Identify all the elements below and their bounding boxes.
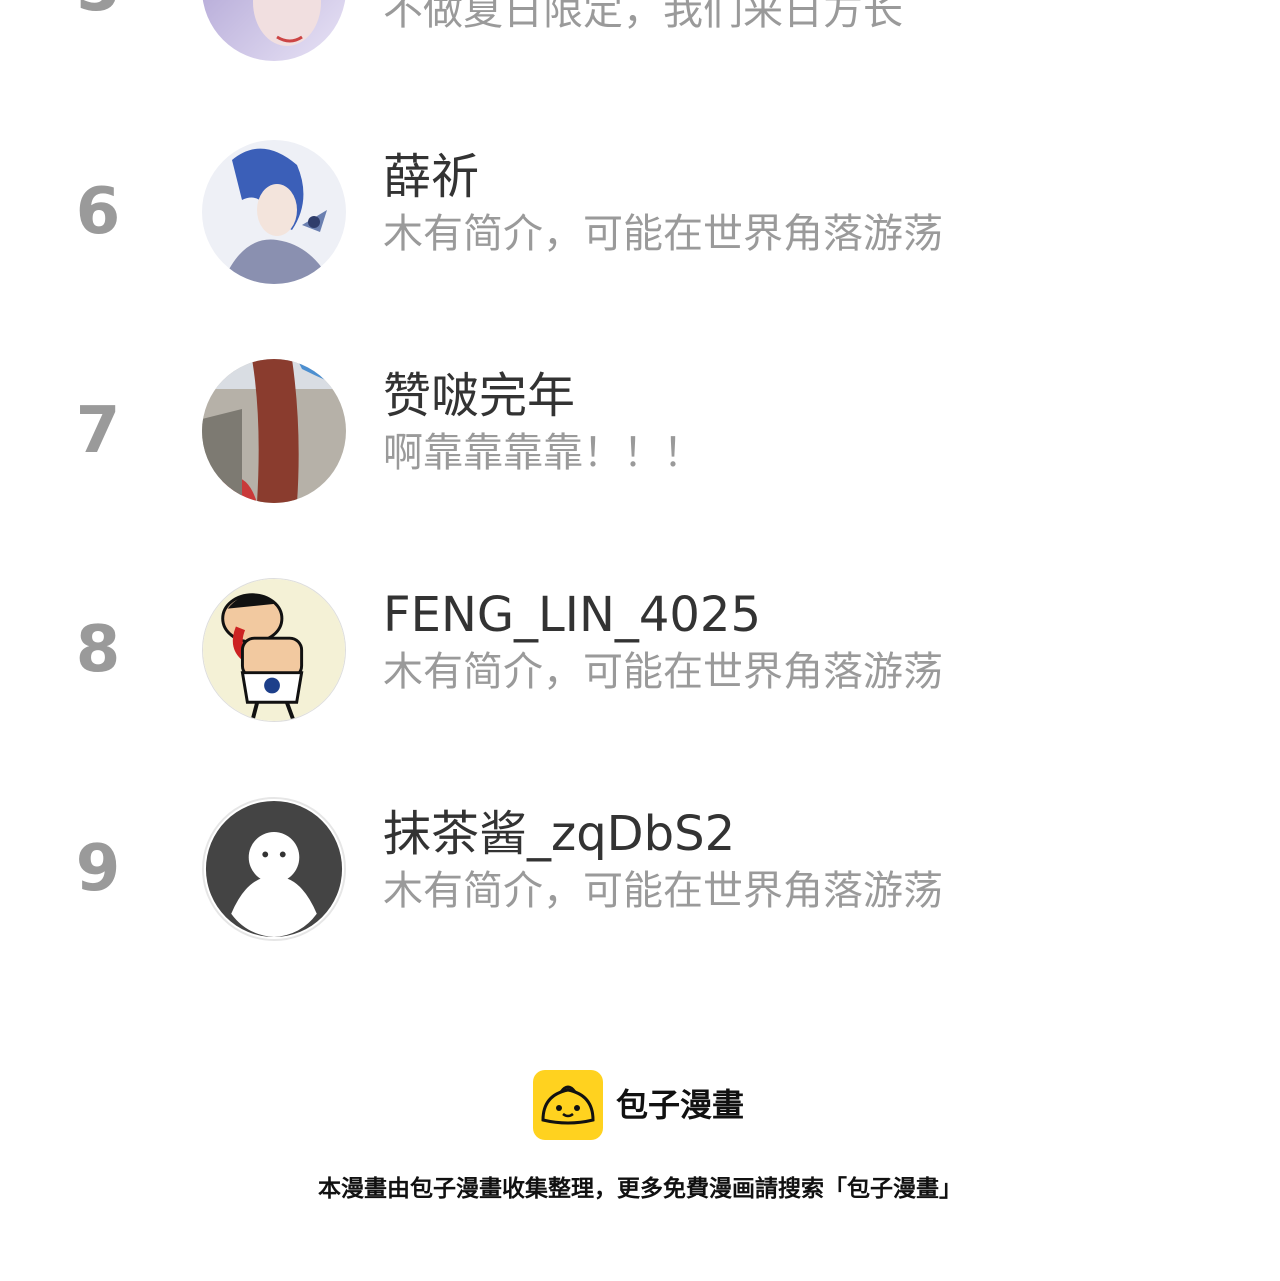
user-name[interactable]: 抹茶酱_zqDbS2 (383, 806, 735, 862)
user-bio: 木有简介，可能在世界角落游荡 (383, 649, 943, 695)
rank-number: 8 (75, 613, 121, 687)
list-item[interactable]: 6 薛祈 木有简介，可能在世界角落游荡 (0, 137, 1280, 287)
brand-name: 包子漫畫 (616, 1086, 745, 1124)
user-name[interactable]: FENG_LIN_4025 (383, 587, 761, 643)
rank-number: 5 (58, 0, 138, 64)
user-bio: 啊靠靠靠靠！！！ (383, 430, 703, 476)
user-bio: 不做夏日限定，我们来日方长 (383, 0, 903, 34)
list-item[interactable]: 7 赞啵完年 啊靠靠靠靠！！！ (0, 356, 1280, 506)
user-name[interactable]: 赞啵完年 (383, 368, 575, 424)
cartoon-boy-avatar[interactable] (202, 578, 346, 722)
rank-number: 9 (75, 832, 121, 906)
list-item[interactable]: 8 FENG_LIN_4025 木有简介，可能在世界角落游荡 (0, 575, 1280, 725)
user-bio: 木有简介，可能在世界角落游荡 (383, 868, 943, 914)
rank-number: 7 (75, 394, 121, 468)
bun-logo-icon (533, 1070, 603, 1140)
rank-number: 6 (75, 175, 121, 249)
user-bio: 木有简介，可能在世界角落游荡 (383, 211, 943, 257)
footer-note: 本漫畫由包子漫畫收集整理，更多免費漫画請搜索「包子漫畫」 (318, 1176, 962, 1202)
anime-portrait-avatar[interactable] (202, 0, 346, 61)
list-item[interactable]: 9 抹茶酱_zqDbS2 木有简介，可能在世界角落游荡 (0, 794, 1280, 944)
default-user-avatar[interactable] (202, 797, 346, 941)
list-item[interactable]: 5 不做夏日限定，我们来日方长 (0, 0, 1280, 64)
anime-character-bird-avatar[interactable] (202, 140, 346, 284)
user-name[interactable]: 薛祈 (383, 149, 479, 205)
long-hair-photo-avatar[interactable] (202, 359, 346, 503)
